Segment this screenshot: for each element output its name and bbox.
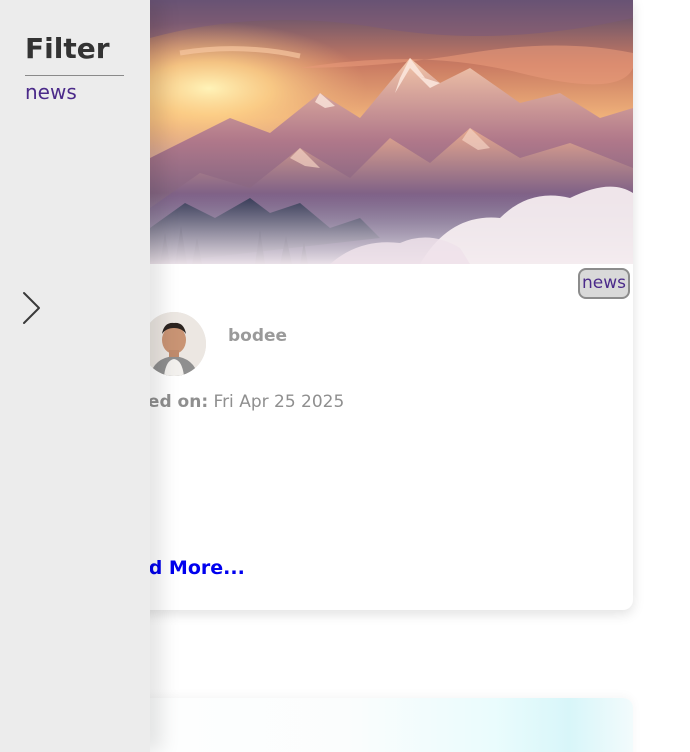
author-avatar	[142, 312, 206, 376]
chevron-right-icon	[23, 292, 40, 324]
author-name: bodee	[228, 326, 288, 346]
posted-date-line: osted on: Fri Apr 25 2025	[118, 392, 344, 412]
filter-title: Filter	[25, 32, 110, 65]
filter-divider	[25, 75, 124, 76]
post-tag-badge[interactable]: news	[578, 268, 630, 299]
filter-sidebar: Filter news	[0, 0, 150, 752]
author-avatar-photo	[142, 312, 206, 376]
page: news bodee osted on: Fri Apr 25 2025 est…	[0, 0, 690, 752]
filter-option-news[interactable]: news	[25, 80, 77, 104]
posted-date: Fri Apr 25 2025	[213, 392, 345, 412]
sidebar-toggle-button[interactable]	[18, 290, 44, 326]
